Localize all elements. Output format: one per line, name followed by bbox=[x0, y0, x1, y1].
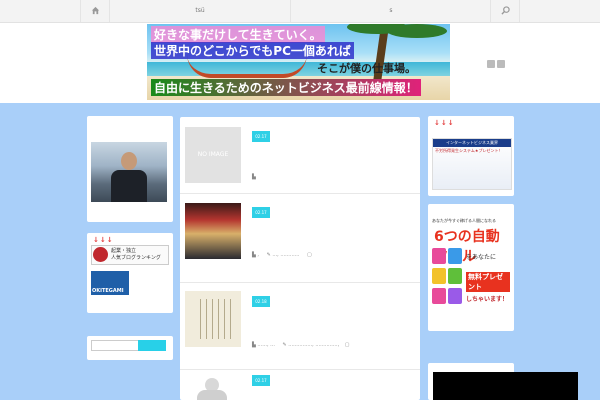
sidebar-search-button[interactable] bbox=[138, 340, 166, 351]
ad-banner-2[interactable]: あなたが今すぐ稼げる人間になれる 6つの自動ツール をあなたに 無料プレゼント … bbox=[430, 218, 510, 314]
thumbnail-figure-body bbox=[197, 390, 227, 400]
nav-item[interactable]: tsü bbox=[109, 0, 290, 22]
ad-section-title: ↓↓↓ bbox=[434, 119, 455, 127]
profile-widget bbox=[87, 116, 173, 222]
ad1-header: インターネットビジネス業界 bbox=[433, 139, 511, 147]
palm-leaf bbox=[387, 24, 447, 38]
post-thumbnail[interactable] bbox=[185, 203, 241, 259]
home-icon bbox=[91, 6, 99, 15]
post-thumbnail[interactable] bbox=[185, 291, 241, 347]
ad1-subtitle: 不労所得発生システム★プレゼント！ bbox=[435, 148, 503, 153]
post-category[interactable]: ▙ bbox=[252, 174, 256, 180]
nav-item[interactable]: s bbox=[290, 0, 491, 22]
post-date: 02.17 bbox=[252, 375, 270, 386]
list-item[interactable]: NO IMAGE 02.17 ▙ bbox=[180, 117, 420, 194]
gift-icon bbox=[448, 288, 462, 304]
gift-icon bbox=[432, 288, 446, 304]
gift-icon bbox=[432, 248, 446, 264]
sidebar-search-input[interactable] bbox=[91, 340, 139, 351]
list-item[interactable]: 02.17 ▙ , ✎ ..., ............ ▢ bbox=[180, 194, 420, 283]
ranking-badge-line-2: 人気ブログランキング bbox=[111, 255, 161, 261]
nav-item-label: s bbox=[389, 7, 393, 14]
header-banner[interactable]: 好きな事だけして生きていく。 世界中のどこからでもPC一個あれば そこが僕の仕事… bbox=[147, 24, 450, 100]
search-widget bbox=[87, 336, 173, 360]
ad2-top-text: あなたが今すぐ稼げる人間になれる bbox=[432, 218, 496, 223]
post-date: 02.17 bbox=[252, 131, 270, 142]
gift-icon bbox=[448, 248, 462, 264]
post-category[interactable]: ▙ , bbox=[252, 252, 259, 258]
ranking-logo-icon bbox=[93, 247, 108, 262]
twitter-icon[interactable] bbox=[497, 60, 505, 68]
ad-widget-2: あなたが今すぐ稼げる人間になれる 6つの自動ツール をあなたに 無料プレゼント … bbox=[428, 204, 514, 331]
post-date: 02.17 bbox=[252, 207, 270, 218]
post-category[interactable]: ▙ ......, ... bbox=[252, 342, 275, 348]
video-embed[interactable] bbox=[433, 372, 578, 400]
post-meta: ▙ , ✎ ..., ............ ▢ bbox=[252, 252, 312, 258]
no-image-text: NO IMAGE bbox=[197, 151, 229, 158]
post-list: NO IMAGE 02.17 ▙ 02.17 ▙ , ✎ ..., ......… bbox=[180, 117, 420, 400]
search-icon bbox=[500, 6, 510, 15]
ad-banner-1[interactable]: インターネットビジネス業界 不労所得発生システム★プレゼント！ bbox=[432, 138, 512, 190]
okitegami-badge[interactable]: OKITEGAMI bbox=[91, 271, 129, 295]
banner-line-4: 自由に生きるためのネットビジネス最前線情報！ bbox=[151, 79, 421, 96]
comment-icon[interactable]: ▢ bbox=[345, 342, 350, 348]
okitegami-label: OKITEGAMI bbox=[92, 288, 124, 294]
post-tags[interactable]: ✎ ..., ............ bbox=[267, 252, 300, 258]
main-area: ↓↓↓ 起業・独立 人気ブログランキング OKITEGAMI NO IMAGE … bbox=[0, 103, 600, 400]
gift-icon bbox=[448, 268, 462, 284]
ad-widget-1: ↓↓↓ インターネットビジネス業界 不労所得発生システム★プレゼント！ bbox=[428, 116, 514, 196]
list-item[interactable]: 02.18 ▙ ......, ... ✎ ..............., .… bbox=[180, 283, 420, 370]
site-header: 好きな事だけして生きていく。 世界中のどこからでもPC一個あれば そこが僕の仕事… bbox=[0, 23, 600, 103]
nav-item-label: tsü bbox=[195, 7, 205, 14]
profile-body bbox=[111, 170, 147, 202]
banner-line-2: 世界中のどこからでもPC一個あれば bbox=[151, 42, 354, 59]
profile-photo bbox=[91, 142, 167, 202]
post-tags[interactable]: ✎ ..............., .............., bbox=[283, 342, 340, 348]
rss-icon[interactable] bbox=[487, 60, 495, 68]
blog-ranking-badge[interactable]: 起業・独立 人気ブログランキング bbox=[91, 245, 169, 265]
top-navigation: tsü s bbox=[0, 0, 600, 23]
post-date: 02.18 bbox=[252, 296, 270, 307]
ranking-badge-line-1: 起業・独立 bbox=[111, 248, 137, 254]
banner-line-1: 好きな事だけして生きていく。 bbox=[151, 26, 325, 43]
profile-head bbox=[121, 152, 137, 170]
post-thumbnail[interactable] bbox=[185, 374, 241, 400]
gift-icon bbox=[432, 268, 446, 284]
home-button[interactable] bbox=[80, 0, 109, 22]
comment-icon[interactable]: ▢ bbox=[307, 252, 312, 258]
thumbnail-handwriting bbox=[195, 299, 235, 339]
list-item[interactable]: 02.17 bbox=[180, 370, 420, 400]
search-button[interactable] bbox=[490, 0, 520, 22]
post-meta: ▙ ......, ... ✎ ..............., .......… bbox=[252, 342, 349, 348]
ad2-end-text: しちゃいます！ bbox=[466, 296, 509, 303]
ad-widget-3 bbox=[428, 363, 578, 400]
ad2-free-text: 無料プレゼント bbox=[466, 272, 510, 292]
ranking-title: ↓↓↓ bbox=[93, 236, 114, 244]
ranking-widget: ↓↓↓ 起業・独立 人気ブログランキング OKITEGAMI bbox=[87, 233, 173, 313]
post-thumbnail[interactable]: NO IMAGE bbox=[185, 127, 241, 183]
ad2-mid-text: をあなたに bbox=[466, 254, 497, 261]
banner-line-3: そこが僕の仕事場。 bbox=[317, 62, 416, 75]
